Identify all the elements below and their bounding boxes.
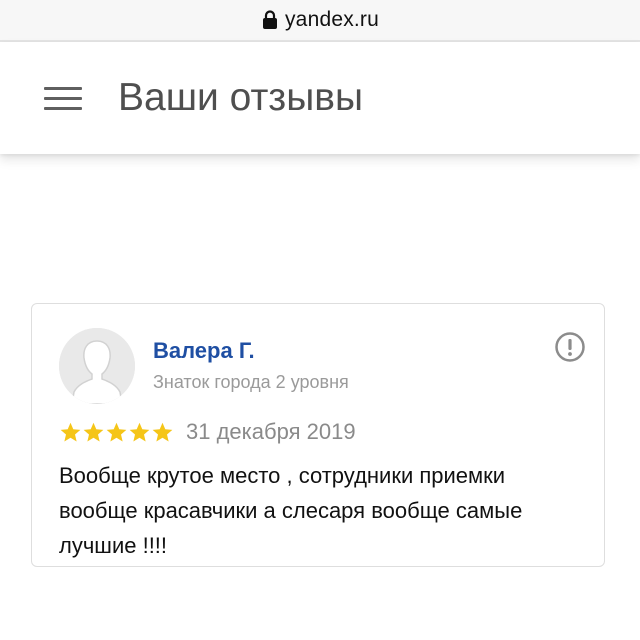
review-author-name[interactable]: Валера Г. bbox=[153, 338, 255, 364]
user-silhouette-icon bbox=[59, 328, 135, 404]
review-rating-row: 31 декабря 2019 bbox=[59, 417, 356, 447]
browser-address-bar[interactable]: yandex.ru bbox=[0, 0, 640, 40]
menu-line bbox=[44, 97, 82, 100]
avatar[interactable] bbox=[59, 328, 135, 404]
review-card: Валера Г. Знаток города 2 уровня 31 дека… bbox=[31, 303, 605, 567]
star-icon bbox=[129, 422, 150, 442]
review-date: 31 декабря 2019 bbox=[186, 419, 356, 444]
star-icon bbox=[83, 422, 104, 442]
menu-line bbox=[44, 87, 82, 90]
page-title: Ваши отзывы bbox=[118, 76, 363, 119]
lock-icon bbox=[262, 10, 277, 29]
star-icon bbox=[106, 422, 127, 442]
page: yandex.ru Ваши отзывы Валера Г. Знаток г… bbox=[0, 0, 640, 640]
menu-line bbox=[44, 107, 82, 110]
hamburger-menu-icon[interactable] bbox=[44, 85, 82, 113]
app-header: Ваши отзывы bbox=[0, 42, 640, 154]
star-rating bbox=[59, 421, 174, 444]
browser-domain: yandex.ru bbox=[284, 8, 380, 31]
exclamation-circle-icon[interactable] bbox=[554, 331, 586, 363]
star-icon bbox=[60, 422, 81, 442]
review-text: Вообще крутое место , сотрудники приемки… bbox=[59, 463, 523, 558]
review-author-status: Знаток города 2 уровня bbox=[153, 372, 349, 392]
star-icon bbox=[152, 422, 173, 442]
